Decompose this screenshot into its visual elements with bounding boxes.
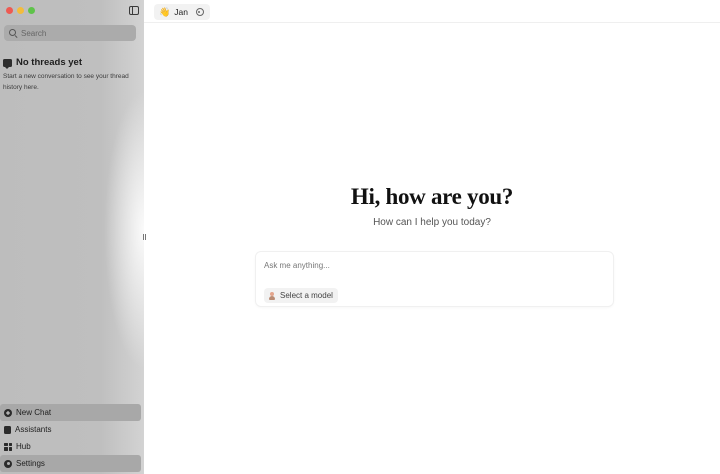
greeting-title: Hi, how are you? xyxy=(350,184,514,209)
gear-icon xyxy=(4,459,12,468)
chat-input[interactable] xyxy=(264,261,604,270)
search-box[interactable] xyxy=(4,25,136,41)
sidebar-toggle-icon[interactable] xyxy=(129,6,139,15)
plus-circle-icon xyxy=(4,408,12,417)
close-window-button[interactable] xyxy=(6,7,13,14)
empty-threads-title-text: No threads yet xyxy=(16,57,82,68)
sidebar-item-new-chat[interactable]: New Chat xyxy=(0,404,141,421)
sidebar-item-label: Hub xyxy=(16,442,31,451)
resize-handle[interactable] xyxy=(143,234,146,240)
search-input[interactable] xyxy=(21,28,131,38)
clipboard-icon xyxy=(4,425,11,434)
zoom-window-button[interactable] xyxy=(28,7,35,14)
sidebar-item-label: Settings xyxy=(16,459,45,468)
sidebar-item-assistants[interactable]: Assistants xyxy=(0,421,141,438)
minimize-window-button[interactable] xyxy=(17,7,24,14)
assistant-name: Jan xyxy=(174,7,188,17)
main-panel: 👋 Jan Hi, how are you? How can I help yo… xyxy=(143,0,720,474)
sidebar-item-label: Assistants xyxy=(15,425,52,434)
empty-threads-description: Start a new conversation to see your thr… xyxy=(3,73,129,91)
greeting-subtitle: How can I help you today? xyxy=(373,217,491,228)
chat-bubble-icon xyxy=(3,58,12,69)
chat-composer: Select a model xyxy=(255,251,614,307)
search-icon xyxy=(9,29,17,37)
sidebar-item-settings[interactable]: Settings xyxy=(0,455,141,472)
sidebar-item-hub[interactable]: Hub xyxy=(0,438,141,455)
top-bar: 👋 Jan xyxy=(144,0,720,23)
sidebar: No threads yet Start a new conversation … xyxy=(0,0,144,474)
assistant-settings-icon[interactable] xyxy=(195,8,204,16)
model-select-button[interactable]: Select a model xyxy=(264,288,338,303)
app-window: No threads yet Start a new conversation … xyxy=(0,0,720,474)
sidebar-nav: New Chat Assistants Hub Settings xyxy=(0,404,144,472)
model-select-label: Select a model xyxy=(280,291,333,300)
grid-icon xyxy=(4,442,12,451)
assistant-selector[interactable]: 👋 Jan xyxy=(154,4,210,20)
waving-hand-icon: 👋 xyxy=(159,6,171,17)
sidebar-item-label: New Chat xyxy=(16,408,52,417)
empty-threads-title: No threads yet xyxy=(3,57,82,69)
model-avatar-icon xyxy=(269,291,276,300)
window-controls xyxy=(6,7,35,14)
